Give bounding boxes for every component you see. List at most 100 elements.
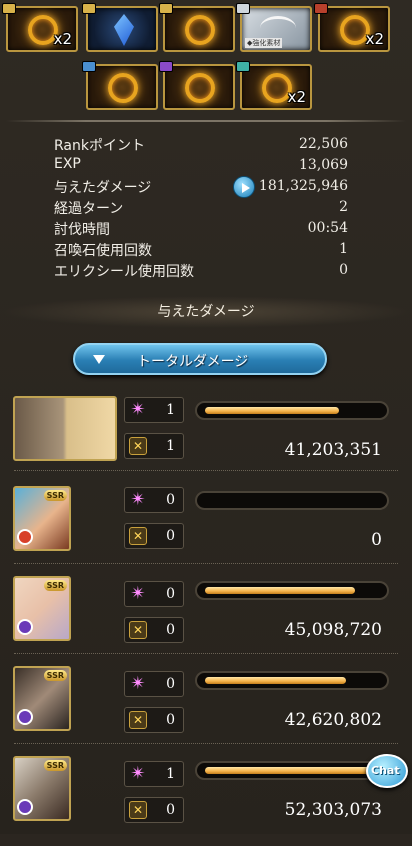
loot-item-5[interactable]: x2 bbox=[314, 3, 390, 52]
gold-ring-icon bbox=[108, 73, 138, 103]
sparkle-icon: ✴ bbox=[130, 489, 146, 510]
damage-value: 45,098,720 bbox=[284, 620, 382, 640]
stat-value-rank: 22,506 bbox=[299, 136, 348, 152]
character-portrait[interactable]: SSR bbox=[13, 756, 71, 821]
damage-bar-fill bbox=[205, 767, 379, 774]
buff-count: 0 bbox=[166, 676, 175, 692]
damage-value: 41,203,351 bbox=[284, 440, 382, 460]
crossed-swords-icon: ✕ bbox=[129, 437, 147, 455]
gold-ring-icon bbox=[185, 73, 215, 103]
character-portrait[interactable]: SSR bbox=[13, 486, 71, 551]
gold-ring-icon bbox=[185, 15, 215, 45]
damage-bar bbox=[195, 761, 389, 780]
play-icon[interactable] bbox=[233, 176, 255, 198]
ssr-badge: SSR bbox=[43, 760, 67, 771]
buff-count: 1 bbox=[166, 766, 175, 782]
crossed-swords-icon: ✕ bbox=[129, 801, 147, 819]
loot-item-7[interactable] bbox=[159, 61, 235, 110]
damage-bar bbox=[195, 581, 389, 600]
stat-value-elixir: 0 bbox=[339, 262, 348, 278]
stat-value-summon: 1 bbox=[339, 241, 348, 257]
stat-label-elixir: エリクシール使用回数 bbox=[54, 264, 194, 280]
chat-button[interactable]: Chat bbox=[366, 754, 408, 788]
crossed-swords-icon: ✕ bbox=[129, 527, 147, 545]
stat-label-time: 討伐時間 bbox=[54, 222, 110, 238]
character-portrait[interactable] bbox=[13, 396, 117, 461]
damage-value: 42,620,802 bbox=[284, 710, 382, 730]
damage-bar-fill bbox=[205, 587, 355, 594]
fire-element-icon bbox=[17, 529, 33, 545]
silver-chest-icon bbox=[236, 3, 250, 14]
character-portrait[interactable]: SSR bbox=[13, 666, 71, 731]
ougi-count-badge: ✕ 0 bbox=[124, 707, 184, 733]
loot-qty: x2 bbox=[287, 88, 306, 106]
ougi-count: 0 bbox=[166, 622, 175, 638]
gold-chest-icon bbox=[82, 3, 96, 14]
ornament-icon bbox=[260, 16, 296, 40]
loot-qty: x2 bbox=[53, 30, 72, 48]
stat-value-time: 00:54 bbox=[307, 220, 348, 236]
damage-value: 52,303,073 bbox=[284, 800, 382, 820]
stat-value-exp: 13,069 bbox=[299, 157, 348, 173]
blue-crystal-icon bbox=[114, 14, 134, 46]
ougi-count: 0 bbox=[166, 802, 175, 818]
buff-count: 0 bbox=[166, 586, 175, 602]
ssr-badge: SSR bbox=[43, 490, 67, 501]
loot-item-2[interactable] bbox=[82, 3, 158, 52]
damage-bar bbox=[195, 491, 389, 510]
stat-value-turns: 2 bbox=[339, 199, 348, 215]
party-member-row: ✴ 1 ✕ 1 41,203,351 bbox=[0, 396, 412, 486]
stat-value-damage: 181,325,946 bbox=[258, 178, 348, 194]
row-divider bbox=[14, 653, 398, 654]
ougi-count: 0 bbox=[166, 712, 175, 728]
damage-bar bbox=[195, 671, 389, 690]
buff-count-badge: ✴ 1 bbox=[124, 761, 184, 787]
crossed-swords-icon: ✕ bbox=[129, 711, 147, 729]
ssr-badge: SSR bbox=[43, 580, 67, 591]
crossed-swords-icon: ✕ bbox=[129, 621, 147, 639]
loot-item-3[interactable] bbox=[159, 3, 235, 52]
sparkle-icon: ✴ bbox=[130, 583, 146, 604]
stat-label-summon: 召喚石使用回数 bbox=[54, 243, 152, 259]
dark-element-icon bbox=[17, 709, 33, 725]
sparkle-icon: ✴ bbox=[130, 763, 146, 784]
damage-type-dropdown[interactable]: トータルダメージ bbox=[73, 343, 327, 375]
damage-bar bbox=[195, 401, 389, 420]
loot-item-6[interactable] bbox=[82, 61, 158, 110]
chat-label: Chat bbox=[371, 764, 400, 777]
row-divider bbox=[14, 743, 398, 744]
red-chest-icon bbox=[314, 3, 328, 14]
blue-chest-icon bbox=[82, 61, 96, 72]
ssr-badge: SSR bbox=[43, 670, 67, 681]
loot-item-1[interactable]: x2 bbox=[2, 3, 78, 52]
loot-item-8[interactable]: x2 bbox=[236, 61, 312, 110]
dark-element-icon bbox=[17, 619, 33, 635]
divider bbox=[6, 120, 406, 122]
ougi-count-badge: ✕ 0 bbox=[124, 797, 184, 823]
stat-label-rank: Rankポイント bbox=[54, 138, 145, 154]
party-member-row: SSR ✴ 1 ✕ 0 52,303,073 bbox=[0, 756, 412, 846]
teal-chest-icon bbox=[236, 61, 250, 72]
buff-count: 0 bbox=[166, 492, 175, 508]
buff-count: 1 bbox=[166, 402, 175, 418]
ougi-count-badge: ✕ 0 bbox=[124, 617, 184, 643]
ougi-count: 0 bbox=[166, 528, 175, 544]
stat-label-damage: 与えたダメージ bbox=[54, 180, 152, 196]
chevron-down-icon bbox=[93, 355, 105, 364]
purple-chest-icon bbox=[159, 61, 173, 72]
buff-count-badge: ✴ 1 bbox=[124, 397, 184, 423]
ougi-count-badge: ✕ 1 bbox=[124, 433, 184, 459]
buff-count-badge: ✴ 0 bbox=[124, 581, 184, 607]
gold-chest-icon bbox=[159, 3, 173, 14]
character-portrait[interactable]: SSR bbox=[13, 576, 71, 641]
damage-value: 0 bbox=[371, 530, 382, 550]
buff-count-badge: ✴ 0 bbox=[124, 487, 184, 513]
buff-count-badge: ✴ 0 bbox=[124, 671, 184, 697]
damage-bar-fill bbox=[205, 677, 346, 684]
loot-item-4[interactable]: ◆強化素材 bbox=[236, 3, 312, 52]
stat-label-turns: 経過ターン bbox=[54, 201, 124, 217]
stat-label-exp: EXP bbox=[54, 156, 81, 172]
dark-element-icon bbox=[17, 799, 33, 815]
loot-caption: ◆強化素材 bbox=[245, 38, 283, 48]
loot-qty: x2 bbox=[365, 30, 384, 48]
